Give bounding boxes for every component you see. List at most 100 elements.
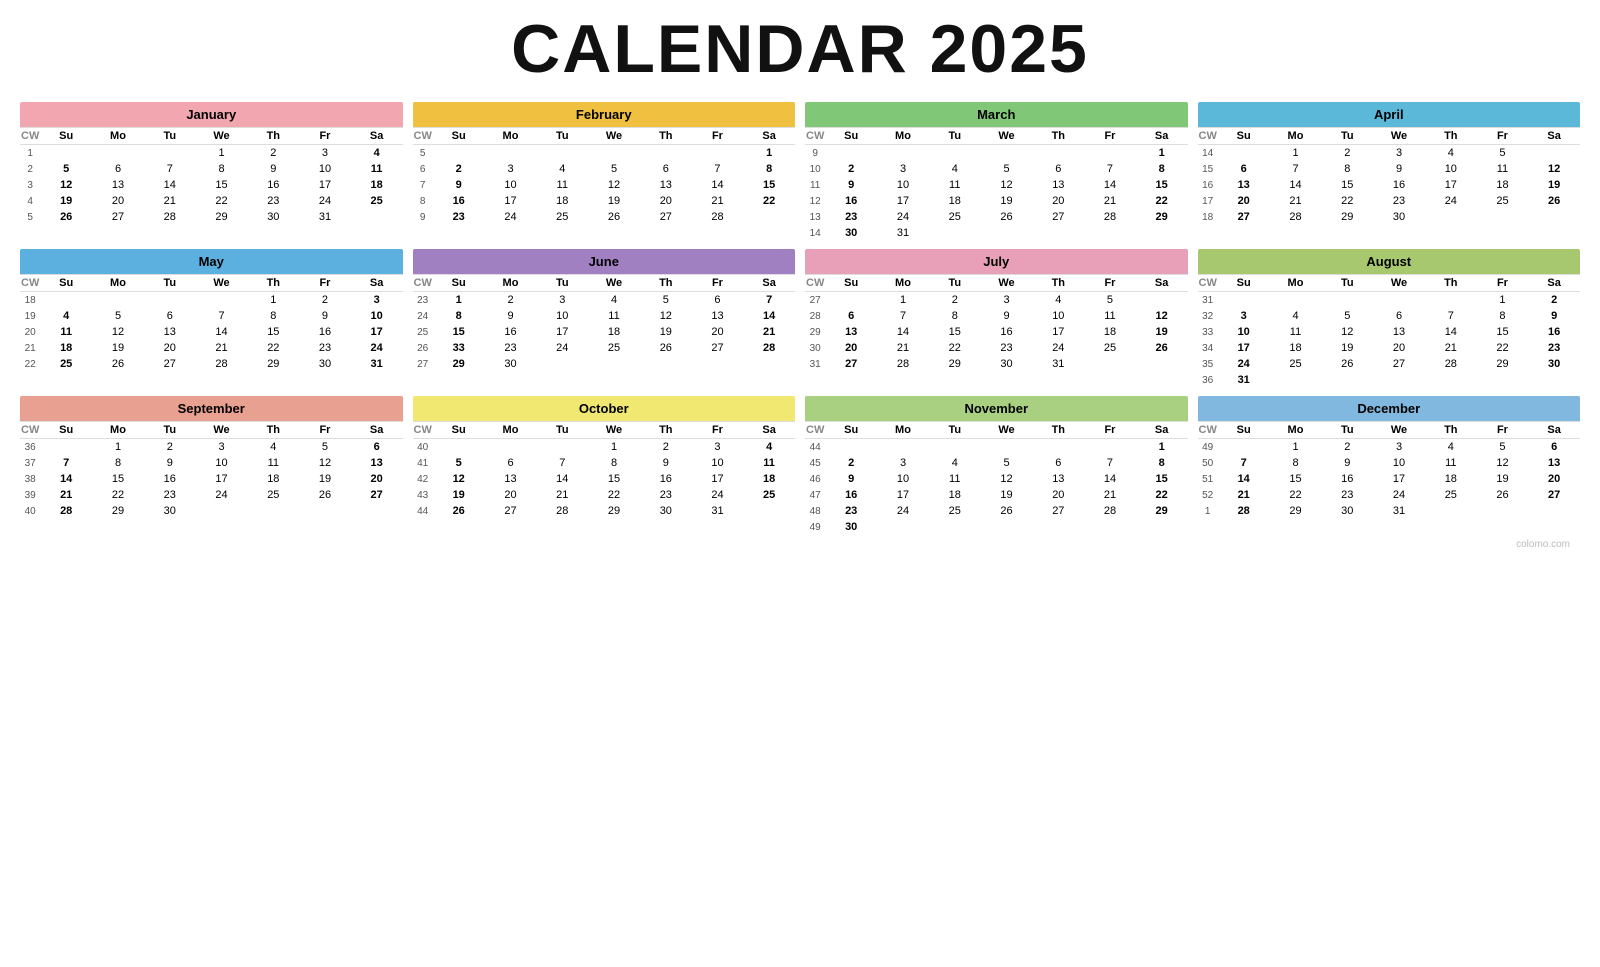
month-january: JanuaryCWSuMoTuWeThFrSa11234256789101131…: [20, 102, 403, 241]
week-row: 40282930: [20, 503, 403, 519]
week-row: 3524252627282930: [1198, 356, 1581, 372]
day-cell: 16: [144, 471, 196, 487]
day-cell: 15: [588, 471, 640, 487]
day-cell: 7: [40, 455, 92, 471]
col-header-we: We: [196, 422, 248, 439]
week-row: 1945678910: [20, 308, 403, 324]
day-cell: 4: [351, 145, 403, 162]
day-cell: [877, 519, 929, 535]
cw-cell: 44: [805, 439, 825, 456]
month-header-april: April: [1198, 102, 1581, 127]
col-header-tu: Tu: [144, 275, 196, 292]
day-cell: 28: [1425, 356, 1477, 372]
week-row: 5114151617181920: [1198, 471, 1581, 487]
week-row: 231234567: [413, 292, 796, 309]
cw-cell: 27: [413, 356, 433, 372]
week-row: 44262728293031: [413, 503, 796, 519]
week-row: 3814151617181920: [20, 471, 403, 487]
day-cell: 19: [1528, 177, 1580, 193]
col-header-tu: Tu: [929, 422, 981, 439]
day-cell: 26: [1321, 356, 1373, 372]
col-header-we: We: [196, 275, 248, 292]
day-cell: 12: [588, 177, 640, 193]
day-cell: 12: [40, 177, 92, 193]
col-header-mo: Mo: [1270, 275, 1322, 292]
week-row: 62345678: [413, 161, 796, 177]
day-cell: 14: [1425, 324, 1477, 340]
cw-cell: 44: [413, 503, 433, 519]
col-header-sa: Sa: [1136, 422, 1188, 439]
day-cell: 28: [743, 340, 795, 356]
day-cell: 3: [1373, 145, 1425, 162]
day-cell: 1: [196, 145, 248, 162]
day-cell: [1477, 372, 1529, 388]
week-row: 2712345: [805, 292, 1188, 309]
day-cell: 26: [1477, 487, 1529, 503]
day-cell: 10: [877, 177, 929, 193]
day-cell: [536, 145, 588, 162]
week-row: 312728293031: [805, 356, 1188, 372]
day-cell: 4: [929, 455, 981, 471]
week-row: 3112: [1198, 292, 1581, 309]
watermark: colomo.com: [20, 539, 1580, 550]
month-november: NovemberCWSuMoTuWeThFrSa4414523456784691…: [805, 396, 1188, 535]
day-cell: [92, 292, 144, 309]
month-header-february: February: [413, 102, 796, 127]
day-cell: 24: [1218, 356, 1270, 372]
day-cell: 2: [247, 145, 299, 162]
day-cell: 2: [825, 161, 877, 177]
day-cell: 25: [1425, 487, 1477, 503]
cw-cell: 18: [1198, 209, 1218, 225]
col-header-we: We: [981, 128, 1033, 145]
week-row: 452345678: [805, 455, 1188, 471]
day-cell: [1084, 225, 1136, 241]
day-cell: 2: [1321, 439, 1373, 456]
day-cell: 7: [536, 455, 588, 471]
day-cell: [433, 145, 485, 162]
day-cell: [144, 292, 196, 309]
day-cell: 5: [1084, 292, 1136, 309]
day-cell: 9: [433, 177, 485, 193]
col-header-cw: CW: [413, 275, 433, 292]
cw-cell: 5: [20, 209, 40, 225]
day-cell: 25: [1270, 356, 1322, 372]
day-cell: 4: [1425, 439, 1477, 456]
day-cell: 3: [1373, 439, 1425, 456]
week-row: 41567891011: [413, 455, 796, 471]
day-cell: 1: [1477, 292, 1529, 309]
day-cell: 19: [588, 193, 640, 209]
day-cell: [1321, 292, 1373, 309]
month-table-september: CWSuMoTuWeThFrSa361234563778910111213381…: [20, 421, 403, 519]
week-row: 156789101112: [1198, 161, 1581, 177]
day-cell: 5: [1477, 145, 1529, 162]
day-cell: 12: [433, 471, 485, 487]
day-cell: 18: [351, 177, 403, 193]
week-row: 3020212223242526: [805, 340, 1188, 356]
day-cell: 9: [640, 455, 692, 471]
week-row: 49123456: [1198, 439, 1581, 456]
cw-cell: 41: [413, 455, 433, 471]
week-row: 4212131415161718: [413, 471, 796, 487]
day-cell: 16: [299, 324, 351, 340]
day-cell: [536, 439, 588, 456]
col-header-sa: Sa: [351, 422, 403, 439]
day-cell: 26: [92, 356, 144, 372]
day-cell: 31: [1032, 356, 1084, 372]
day-cell: 23: [247, 193, 299, 209]
day-cell: [640, 145, 692, 162]
day-cell: [196, 292, 248, 309]
col-header-we: We: [981, 275, 1033, 292]
cw-cell: 7: [413, 177, 433, 193]
day-cell: [351, 503, 403, 519]
day-cell: 15: [743, 177, 795, 193]
day-cell: [433, 439, 485, 456]
cw-cell: 48: [805, 503, 825, 519]
day-cell: 19: [1321, 340, 1373, 356]
day-cell: 28: [40, 503, 92, 519]
day-cell: 26: [588, 209, 640, 225]
col-header-sa: Sa: [743, 128, 795, 145]
day-cell: 29: [929, 356, 981, 372]
col-header-fr: Fr: [299, 275, 351, 292]
day-cell: 28: [1084, 503, 1136, 519]
day-cell: 17: [1373, 471, 1425, 487]
